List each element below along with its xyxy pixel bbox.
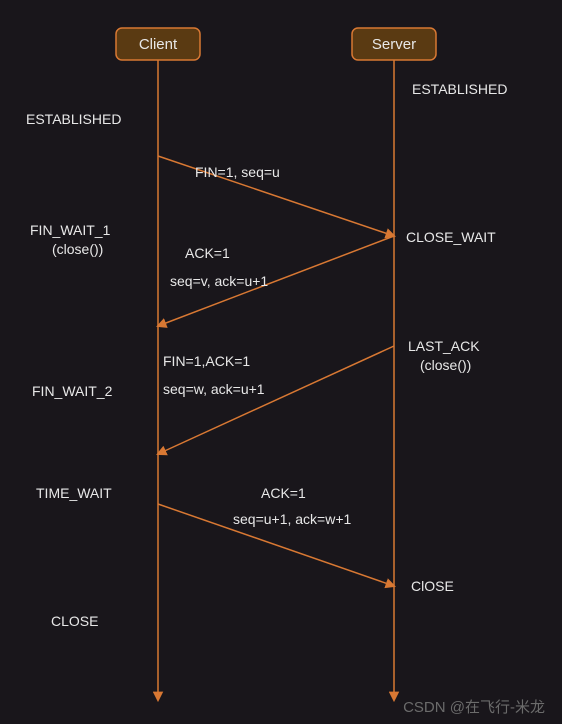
fin-wait-1-state-line2: (close()) [52, 241, 103, 257]
tcp-close-sequence-diagram: Client Server ESTABLISHED ESTABLISHED FI… [0, 0, 562, 724]
server-close-state: ClOSE [411, 578, 454, 594]
server-established-state: ESTABLISHED [412, 81, 507, 97]
msg3-label-line2: seq=w, ack=u+1 [163, 381, 265, 397]
client-label: Client [139, 36, 178, 53]
watermark: CSDN @在飞行-米龙 [403, 699, 545, 716]
fin-wait-1-state-line1: FIN_WAIT_1 [30, 222, 111, 238]
msg2-label-line1: ACK=1 [185, 245, 230, 261]
fin-wait-2-state: FIN_WAIT_2 [32, 383, 113, 399]
msg4-label-line2: seq=u+1, ack=w+1 [233, 511, 352, 527]
msg3-label-line1: FIN=1,ACK=1 [163, 353, 250, 369]
close-wait-state: CLOSE_WAIT [406, 229, 496, 245]
last-ack-state-line2: (close()) [420, 357, 471, 373]
msg1-label: FIN=1, seq=u [195, 164, 280, 180]
server-label: Server [372, 36, 416, 53]
client-close-state: CLOSE [51, 613, 98, 629]
client-established-state: ESTABLISHED [26, 111, 121, 127]
msg4-label-line1: ACK=1 [261, 485, 306, 501]
time-wait-state: TIME_WAIT [36, 485, 112, 501]
msg2-label-line2: seq=v, ack=u+1 [170, 273, 268, 289]
last-ack-state-line1: LAST_ACK [408, 338, 480, 354]
